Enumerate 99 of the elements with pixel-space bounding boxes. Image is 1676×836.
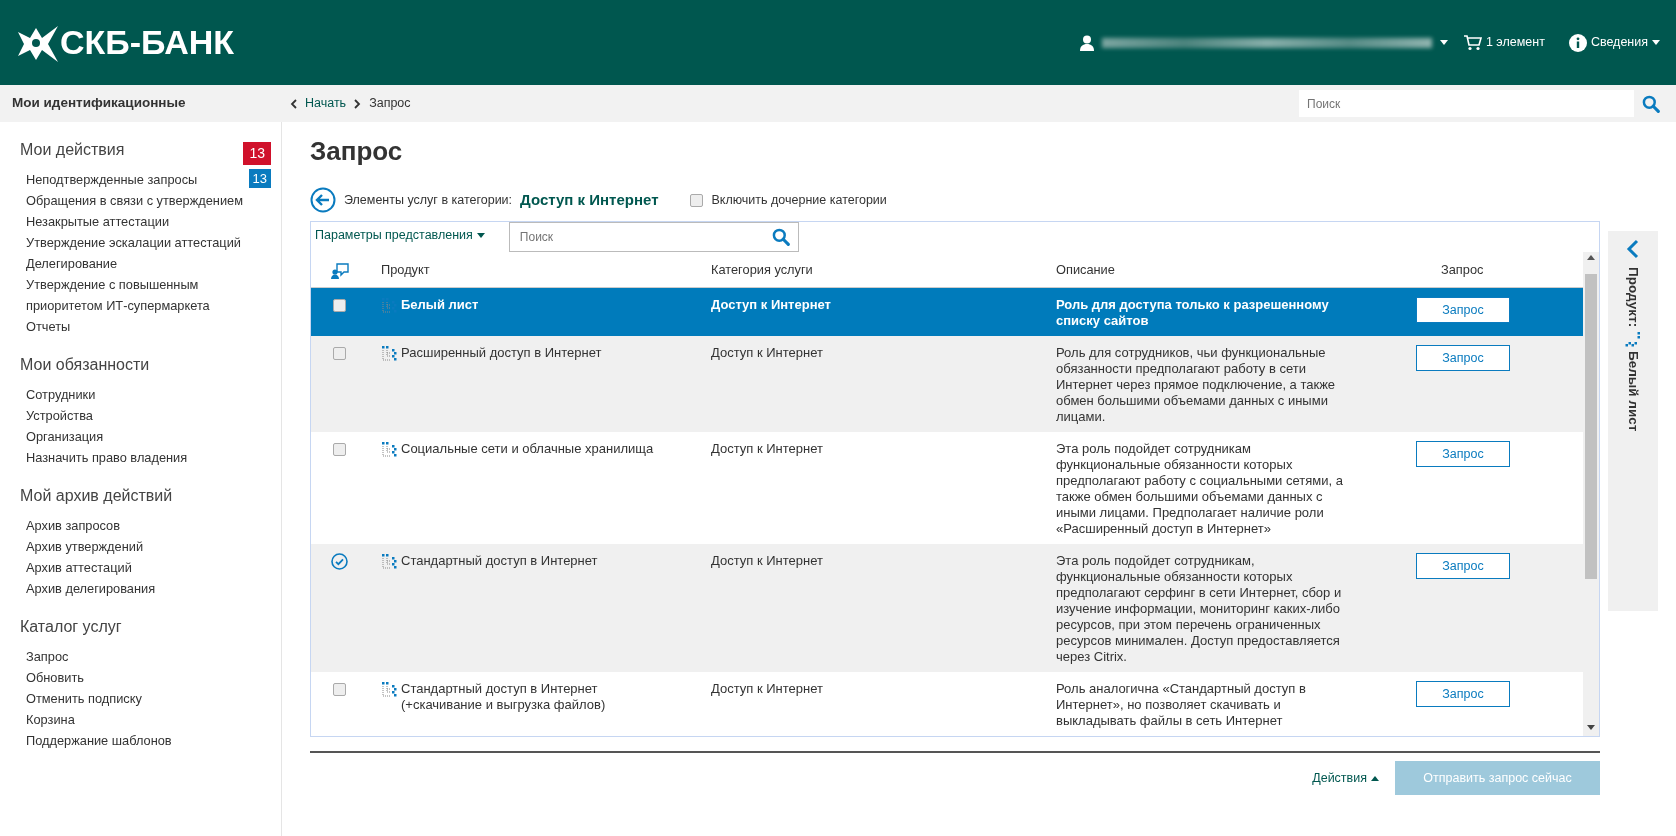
- product-name: Стандартный доступ в Интернет (+скачивание и выгрузка файлов): [401, 681, 606, 714]
- description-cell-text: Эта роль подойдет сотрудникам функциональные обязанности которых предполагают работу с социальными сетями, а также обмен большими объемами данных с иными лицами. Предполагает наличие роли «Расширенный доступ в Интернет»: [1056, 441, 1344, 538]
- count-badge: 13: [243, 142, 271, 165]
- table-cell-text: Доступ к Интернет: [711, 297, 832, 314]
- sidebar-item[interactable]: Обновить: [20, 667, 84, 688]
- description-cell-text: Эта роль подойдет сотрудникам, функциональные обязанности которых предполагают серфинг в сети Интернет, сбор и изучение информации, мониторинг каких-либо ресурсов, при этом перечень ограниченных ресурсов минимален. Доступ предоставляется через Citrix.: [1056, 553, 1343, 666]
- grid-icon: [381, 345, 397, 362]
- breadcrumb-link[interactable]: Начать: [305, 94, 347, 113]
- product-name: Стандартный доступ в Интернет: [401, 553, 598, 570]
- info-icon: [1568, 33, 1587, 52]
- sidebar-item[interactable]: Обращения в связи с утверждением: [20, 190, 243, 211]
- column-header: Категория услуги: [711, 261, 814, 279]
- grid-icon: [1625, 331, 1641, 348]
- caret-icon: [476, 232, 485, 238]
- search-field[interactable]: Поиск: [1299, 90, 1634, 117]
- checkbox[interactable]: [690, 193, 704, 207]
- scroll-up-icon[interactable]: [1587, 255, 1595, 260]
- sidebar-item[interactable]: Архив делегирования: [20, 578, 156, 599]
- grid-icon: [381, 553, 397, 570]
- table-cell-text: Доступ к Интернет: [711, 681, 824, 698]
- sidebar-heading: Мои обязанности: [20, 355, 150, 375]
- scrollbar[interactable]: [1583, 252, 1599, 737]
- product-name: Социальные сети и облачные хранилища: [401, 441, 654, 458]
- logo-text: СКБ-БАНК: [60, 22, 235, 63]
- sidebar-heading: Мой архив действий: [20, 486, 173, 506]
- sidebar-item[interactable]: Утверждение с повышенным приоритетом ИТ-супермаркета: [20, 274, 271, 316]
- sidebar-item[interactable]: Делегирование: [20, 253, 118, 274]
- sidebar-item[interactable]: Запрос: [20, 646, 69, 667]
- chevron-icon: [290, 98, 297, 109]
- actions-menu[interactable]: Действия: [1312, 768, 1379, 788]
- scroll-down-icon[interactable]: [1587, 725, 1595, 731]
- column-header: Продукт: [381, 261, 431, 279]
- search-icon[interactable]: [771, 228, 790, 246]
- request-button[interactable]: Запрос: [1416, 441, 1510, 468]
- chevron-icon: [354, 98, 362, 109]
- panel-label: Продукт:: [1625, 267, 1643, 328]
- caret-icon: [1371, 775, 1379, 781]
- grid-icon: [381, 441, 397, 458]
- product-name: Расширенный доступ в Интернет: [401, 345, 602, 362]
- count-badge: 13: [248, 169, 271, 188]
- table-cell-text: Доступ к Интернет: [711, 441, 824, 458]
- cart-icon[interactable]: [1463, 34, 1482, 51]
- table-row[interactable]: [311, 544, 1583, 673]
- panel-value: Белый лист: [1625, 351, 1643, 432]
- row-checkbox[interactable]: [333, 299, 346, 313]
- table-cell-text: Доступ к Интернет: [711, 345, 824, 362]
- description-cell-text: Роль аналогична «Стандартный доступ в Интернет», но позволяет скачивать и выкладывать файлы в сеть Интернет: [1056, 681, 1307, 730]
- row-checkbox[interactable]: [333, 683, 346, 697]
- check-circle-icon: [331, 553, 348, 571]
- table-row[interactable]: Белый лист Доступ к Интернет Роль для доступа только к разрешенному списку сайтов Запрос: [311, 288, 1583, 337]
- category-name: Доступ к Интернет: [520, 189, 659, 210]
- breadcrumb-link[interactable]: Запрос: [369, 94, 411, 113]
- column-header: Запрос: [1440, 261, 1485, 279]
- request-button[interactable]: Запрос: [1416, 681, 1510, 708]
- sidebar-item[interactable]: Корзина: [20, 709, 75, 730]
- description-cell-text: Роль для сотрудников, чьи функциональные обязанности предполагают работу в сети Интернет через прямое подключение, а также обмен большими объемами данных с иными лицами.: [1056, 345, 1337, 426]
- sidebar-item[interactable]: Организация: [20, 426, 104, 447]
- caret-icon: [1652, 40, 1660, 45]
- sidebar-item[interactable]: Архив утверждений: [20, 536, 144, 557]
- request-button[interactable]: Запрос: [1416, 345, 1510, 372]
- info-menu[interactable]: Сведения: [1590, 33, 1648, 52]
- table-row[interactable]: [311, 336, 1583, 433]
- sidebar-item[interactable]: Утверждение эскалации аттестаций: [20, 232, 241, 253]
- request-button[interactable]: Запрос: [1416, 297, 1510, 324]
- sidebar-item[interactable]: Назначить право владения: [20, 447, 188, 468]
- sidebar-item[interactable]: Отчеты: [20, 316, 71, 337]
- table-cell-text: Доступ к Интернет: [711, 553, 824, 570]
- page-title: Запрос: [310, 135, 404, 168]
- sidebar-heading: Мои действия: [20, 140, 125, 160]
- grid-icon: [381, 297, 397, 314]
- product-name: Белый лист: [401, 297, 479, 314]
- logo-icon: [16, 23, 60, 62]
- search-icon[interactable]: [1642, 94, 1660, 113]
- cart-link[interactable]: 1 элемент: [1485, 33, 1545, 52]
- sidebar-item[interactable]: Незакрытые аттестации: [20, 211, 170, 232]
- sidebar-item[interactable]: Неподтвержденные запросы: [20, 169, 198, 190]
- checkbox-label: Включить дочерние категории: [711, 191, 887, 209]
- category-label: Элементы услуг в категории:: [344, 191, 513, 209]
- description-cell-text: Роль для доступа только к разрешенному списку сайтов: [1056, 297, 1330, 330]
- caret-icon: [1439, 40, 1448, 45]
- sidebar-heading: Каталог услуг: [20, 617, 122, 637]
- back-icon[interactable]: [310, 187, 336, 213]
- row-checkbox[interactable]: [333, 347, 346, 361]
- table-search-field[interactable]: Поиск: [508, 222, 799, 252]
- request-button[interactable]: Запрос: [1416, 553, 1510, 580]
- sidebar-item[interactable]: Устройства: [20, 405, 93, 426]
- sidebar-item[interactable]: Поддержание шаблонов: [20, 730, 172, 751]
- user-icon[interactable]: [1079, 34, 1094, 51]
- sidebar-item[interactable]: Архив аттестаций: [20, 557, 132, 578]
- sidebar-item[interactable]: Отменить подписку: [20, 688, 142, 709]
- section-title: Мои идентификационные: [11, 94, 187, 113]
- view-options-menu[interactable]: Параметры представления: [315, 222, 485, 245]
- chevron-icon[interactable]: [1626, 239, 1640, 259]
- row-checkbox[interactable]: [333, 443, 346, 457]
- sidebar-item[interactable]: Архив запросов: [20, 515, 120, 536]
- column-header: Описание: [1056, 261, 1116, 279]
- grid-icon: [381, 681, 397, 698]
- sidebar-item[interactable]: Сотрудники: [20, 384, 96, 405]
- user-chat-icon[interactable]: [331, 262, 349, 279]
